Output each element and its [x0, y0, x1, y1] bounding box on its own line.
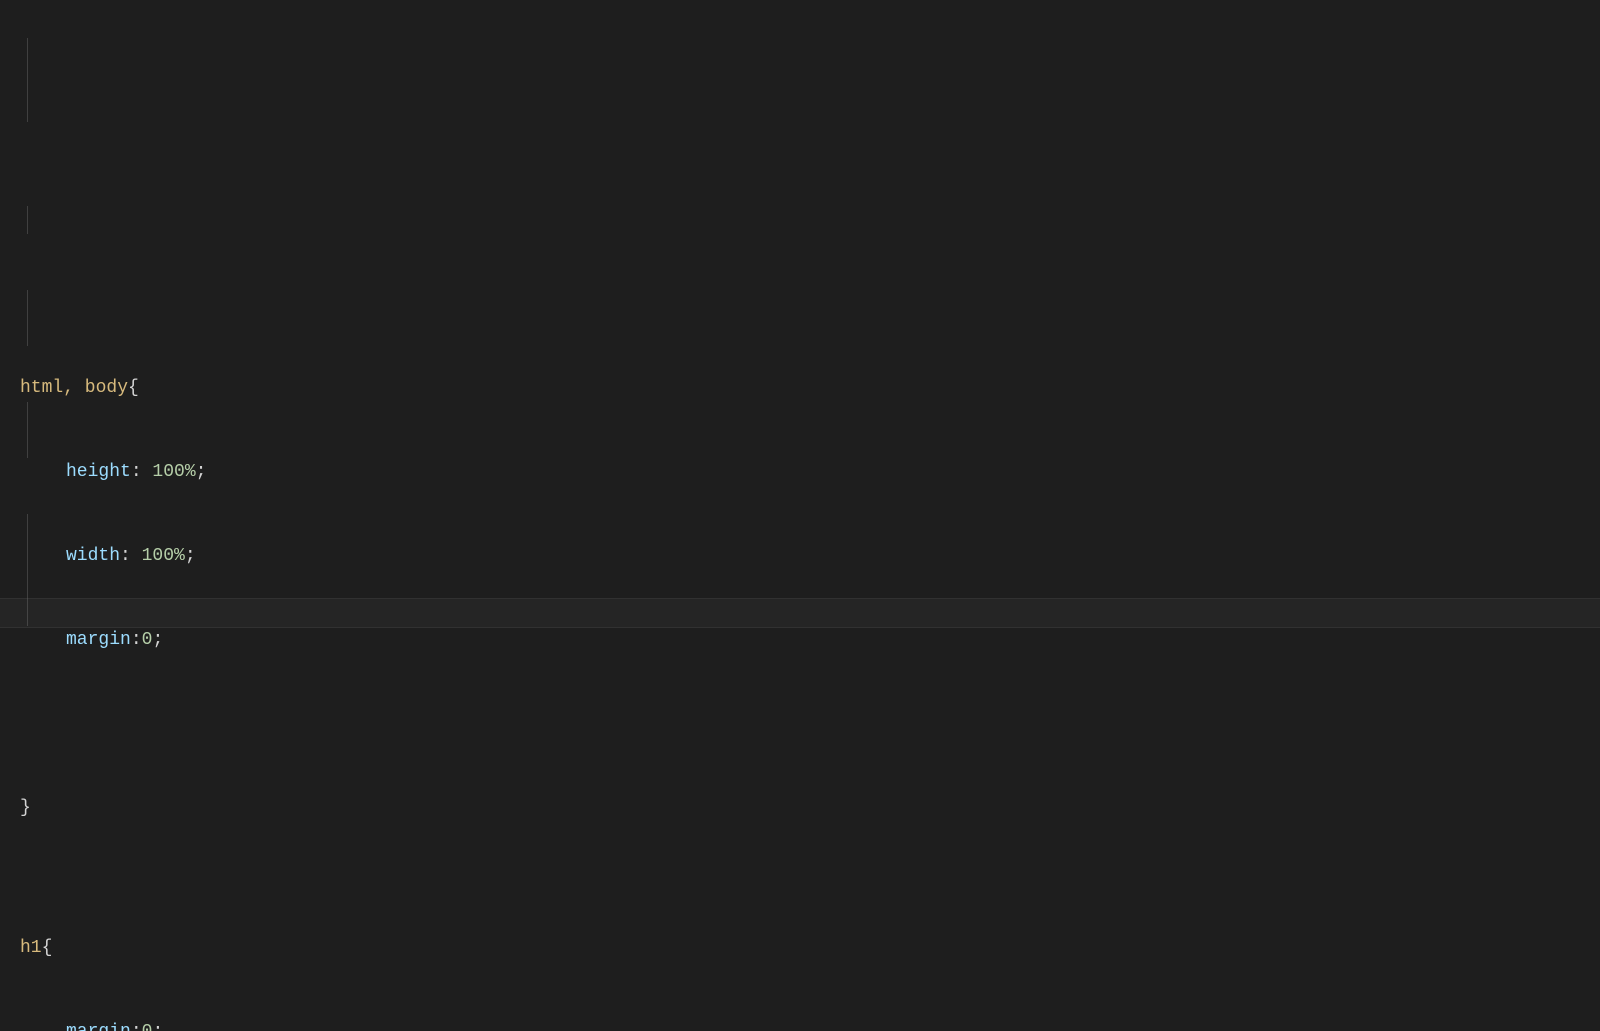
code-line[interactable]: margin:0; — [20, 626, 1600, 654]
css-property: margin — [66, 1022, 131, 1031]
css-value: 100% — [142, 546, 185, 566]
code-line[interactable]: html, body{ — [20, 374, 1600, 402]
brace-close: } — [20, 798, 31, 818]
css-semicolon: ; — [185, 546, 196, 566]
current-line-highlight — [0, 598, 1600, 628]
code-line[interactable]: margin:0; — [20, 1018, 1600, 1031]
code-line[interactable]: height: 100%; — [20, 458, 1600, 486]
code-editor[interactable]: html, body{ height: 100%; width: 100%; m… — [0, 0, 1600, 1031]
css-colon: : — [131, 462, 153, 482]
code-line[interactable]: width: 100%; — [20, 542, 1600, 570]
css-semicolon: ; — [152, 1022, 163, 1031]
code-line[interactable]: h1{ — [20, 934, 1600, 962]
css-colon: : — [131, 630, 142, 650]
brace-open: { — [42, 938, 53, 958]
css-value: 0 — [142, 630, 153, 650]
code-line[interactable] — [20, 710, 1600, 738]
css-value: 0 — [142, 1022, 153, 1031]
css-colon: : — [120, 546, 142, 566]
css-selector: h1 — [20, 938, 42, 958]
css-colon: : — [131, 1022, 142, 1031]
indent-guide — [27, 206, 28, 234]
css-semicolon: ; — [196, 462, 207, 482]
indent-guide — [27, 514, 28, 626]
css-semicolon: ; — [152, 630, 163, 650]
indent-guide — [27, 38, 28, 122]
brace-open: { — [128, 378, 139, 398]
css-property: width — [66, 546, 120, 566]
css-selector: html, body — [20, 378, 128, 398]
css-property: margin — [66, 630, 131, 650]
indent-guide — [27, 290, 28, 346]
code-line[interactable]: } — [20, 794, 1600, 822]
indent-guide — [27, 402, 28, 458]
css-value: 100% — [152, 462, 195, 482]
css-property: height — [66, 462, 131, 482]
